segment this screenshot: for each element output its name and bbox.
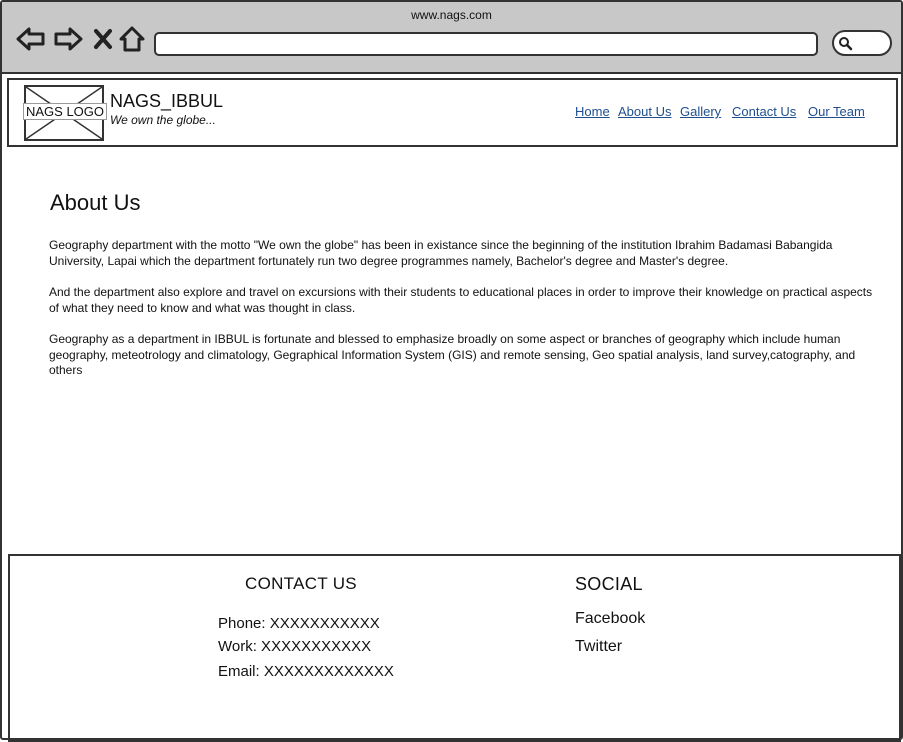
nav-home[interactable]: Home	[575, 104, 610, 119]
nav-contact-us[interactable]: Contact Us	[732, 104, 796, 119]
page-title: About Us	[50, 190, 141, 215]
search-icon	[839, 37, 853, 51]
contact-phone: Phone: XXXXXXXXXXX	[218, 615, 380, 632]
nav-our-team[interactable]: Our Team	[808, 104, 865, 119]
about-paragraph: And the department also explore and trav…	[49, 285, 873, 315]
browser-toolbar: www.nags.com	[2, 2, 901, 74]
search-box[interactable]	[832, 30, 892, 56]
address-bar[interactable]	[154, 32, 818, 56]
logo-image: NAGS LOGO	[23, 85, 108, 141]
back-arrow-icon[interactable]	[16, 24, 46, 54]
forward-arrow-icon[interactable]	[53, 24, 83, 54]
nav-about-us[interactable]: About Us	[618, 104, 671, 119]
site-header: NAGS LOGO NAGS_IBBUL We own the globe...…	[7, 78, 898, 147]
brand-name: NAGS_IBBUL	[110, 91, 224, 111]
site-footer: CONTACT US Phone: XXXXXXXXXXX Work: XXXX…	[8, 554, 901, 742]
nav-gallery[interactable]: Gallery	[680, 104, 721, 119]
about-paragraph: Geography department with the motto "We …	[49, 238, 833, 268]
contact-work: Work: XXXXXXXXXXX	[218, 638, 372, 655]
browser-window: www.nags.com NAGS LOGO NAGS_IBBUL We own…	[0, 0, 903, 742]
social-link-facebook[interactable]: Facebook	[575, 610, 645, 628]
window-title: www.nags.com	[411, 8, 492, 22]
about-paragraph: Geography as a department in IBBUL is fo…	[49, 332, 856, 377]
logo-label: NAGS LOGO	[23, 103, 108, 120]
social-link-twitter[interactable]: Twitter	[575, 638, 622, 656]
contact-heading: CONTACT US	[245, 574, 357, 593]
close-x-icon[interactable]	[93, 24, 113, 54]
brand-tagline: We own the globe...	[110, 113, 216, 127]
social-heading: SOCIAL	[575, 574, 643, 594]
contact-email: Email: XXXXXXXXXXXXX	[218, 663, 394, 680]
home-icon[interactable]	[119, 24, 145, 54]
